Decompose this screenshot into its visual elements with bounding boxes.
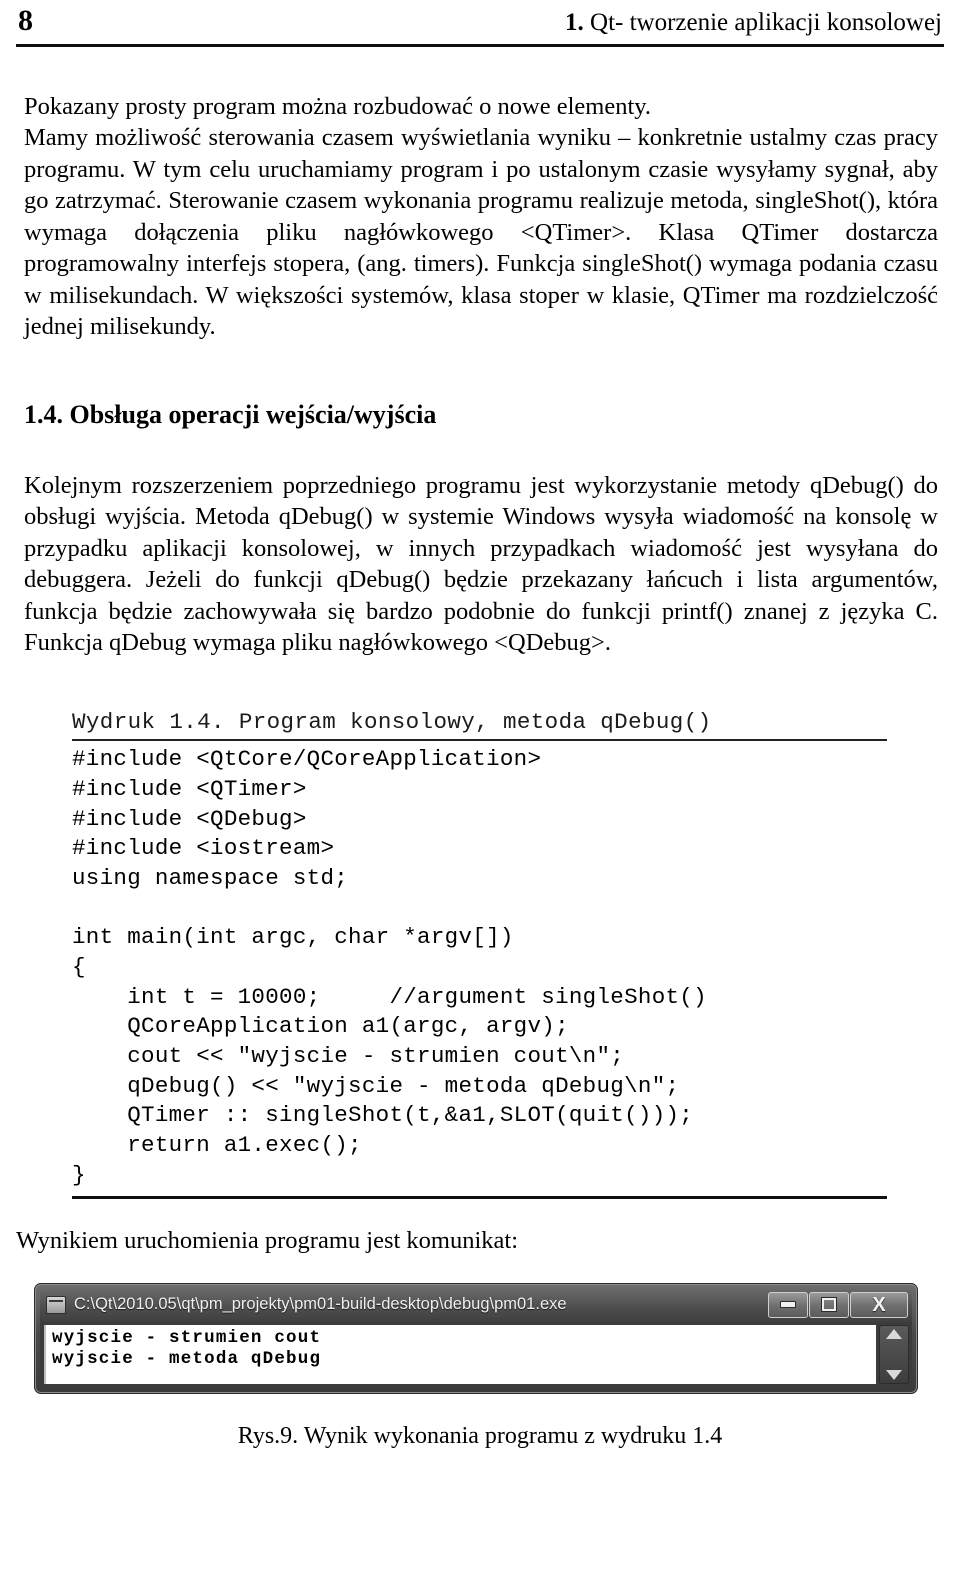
header-chapter-number: 1. xyxy=(565,9,584,36)
listing-top-divider xyxy=(72,739,887,742)
code-listing: Wydruk 1.4. Program konsolowy, metoda qD… xyxy=(14,707,946,1200)
code-line: qDebug() << "wyjscie - metoda qDebug\n"; xyxy=(72,1072,680,1099)
section-paragraph: Kolejnym rozszerzeniem poprzedniego prog… xyxy=(24,471,938,657)
result-intro-text: Wynikiem uruchomienia programu jest komu… xyxy=(16,1227,519,1255)
code-line: cout << "wyjscie - strumien cout\n"; xyxy=(72,1043,625,1069)
code-line: QTimer :: singleShot(t,&a1,SLOT(quit()))… xyxy=(72,1102,694,1129)
maximize-button[interactable] xyxy=(809,1291,849,1318)
code-line: using namespace std; xyxy=(72,864,349,891)
header-divider xyxy=(16,44,944,47)
maximize-icon xyxy=(822,1298,836,1312)
code-line: QCoreApplication a1(argc, argv); xyxy=(72,1013,569,1040)
window-controls: X xyxy=(768,1291,910,1318)
header-chapter-label: Qt- tworzenie aplikacji konsolowej xyxy=(590,9,942,36)
running-header: 8 1. Qt- tworzenie aplikacji konsolowej xyxy=(14,0,946,40)
scroll-up-icon[interactable] xyxy=(886,1328,902,1339)
listing-bottom-divider xyxy=(72,1196,887,1200)
console-app-icon xyxy=(46,1295,66,1314)
console-title: C:\Qt\2010.05\qt\pm_projekty\pm01-build-… xyxy=(74,1295,567,1314)
code-line: #include <QTimer> xyxy=(72,775,307,802)
code-line: int t = 10000; //argument singleShot() xyxy=(72,983,707,1010)
figure-caption: Rys.9. Wynik wykonania programu z wydruk… xyxy=(237,1422,723,1449)
code-line: #include <iostream> xyxy=(72,835,335,862)
console-body: wyjscie - strumien cout wyjscie - metoda… xyxy=(40,1321,912,1387)
console-scrollbar[interactable] xyxy=(879,1324,909,1384)
code-line: return a1.exec(); xyxy=(72,1132,362,1159)
code-line: #include <QDebug> xyxy=(72,805,307,832)
close-button[interactable]: X xyxy=(850,1291,908,1318)
header-chapter-title: 1. Qt- tworzenie aplikacji konsolowej xyxy=(565,10,942,35)
console-window: C:\Qt\2010.05\qt\pm_projekty\pm01-build-… xyxy=(34,1282,918,1394)
console-titlebar: C:\Qt\2010.05\qt\pm_projekty\pm01-build-… xyxy=(40,1287,912,1322)
code-line: { xyxy=(72,953,86,980)
listing-caption: Wydruk 1.4. Program konsolowy, metoda qD… xyxy=(72,708,712,735)
listing-code: #include <QtCore/QCoreApplication> #inclu… xyxy=(72,745,946,1190)
console-output: wyjscie - strumien cout wyjscie - metoda… xyxy=(44,1324,876,1384)
code-line: } xyxy=(72,1161,86,1188)
code-line: int main(int argc, char *argv[]) xyxy=(72,924,514,951)
section-heading: 1.4. Obsługa operacji wejścia/wyjścia xyxy=(24,399,437,429)
minimize-icon xyxy=(780,1301,796,1309)
document-page: 8 1. Qt- tworzenie aplikacji konsolowej … xyxy=(0,0,960,1583)
close-icon: X xyxy=(872,1293,886,1316)
minimize-button[interactable] xyxy=(768,1291,808,1318)
console-screenshot: C:\Qt\2010.05\qt\pm_projekty\pm01-build-… xyxy=(34,1282,918,1394)
intro-paragraph-first-line: Pokazany prosty program można rozbudować… xyxy=(24,93,652,120)
scroll-down-icon[interactable] xyxy=(886,1369,902,1380)
page-number: 8 xyxy=(18,4,34,37)
code-line: #include <QtCore/QCoreApplication> xyxy=(72,746,542,773)
intro-paragraph: Mamy możliwość sterowania czasem wyświet… xyxy=(24,124,938,341)
